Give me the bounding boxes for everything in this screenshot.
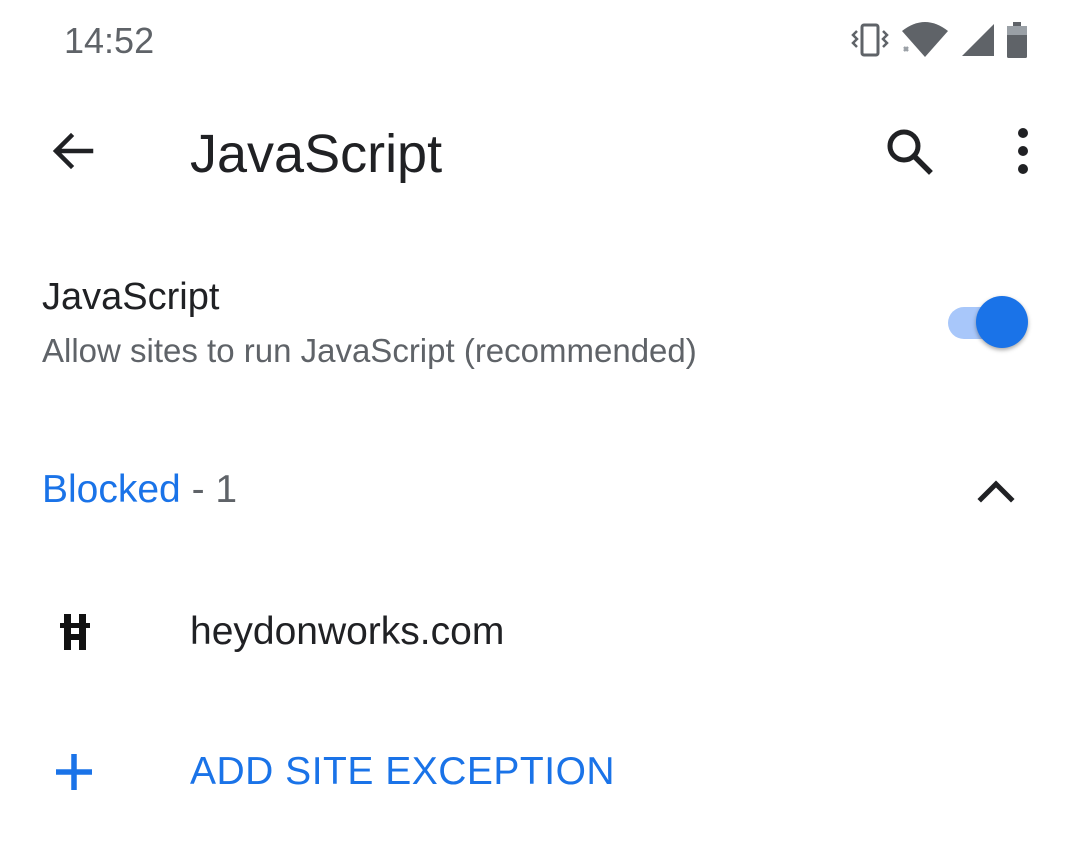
more-vert-icon (1015, 127, 1031, 180)
javascript-toggle[interactable] (946, 294, 1030, 350)
page-title: JavaScript (190, 124, 443, 184)
more-options-button[interactable] (980, 110, 1066, 196)
category-text: Blocked - 1 (42, 468, 237, 512)
wifi-icon (900, 21, 950, 59)
vibrate-icon (850, 22, 890, 58)
search-button[interactable] (866, 110, 952, 196)
app-bar: JavaScript (0, 88, 1080, 218)
battery-icon (1006, 21, 1028, 59)
add-site-exception-button[interactable]: ADD SITE EXCEPTION (0, 720, 1080, 824)
blocked-category-header[interactable]: Blocked - 1 (0, 440, 1080, 540)
setting-title: JavaScript (42, 276, 220, 318)
site-row[interactable]: heydonworks.com (0, 580, 1080, 684)
back-button[interactable] (30, 110, 116, 196)
cellular-signal-icon (960, 22, 996, 58)
toggle-thumb (976, 296, 1028, 348)
screen: 14:52 JavaScript JavaScript Allow sites … (0, 0, 1080, 862)
category-count: - 1 (180, 468, 238, 511)
setting-summary: Allow sites to run JavaScript (recommend… (42, 332, 697, 369)
status-icons (850, 20, 1028, 60)
site-name: heydonworks.com (190, 610, 505, 653)
search-icon (883, 125, 935, 182)
add-site-exception-label: ADD SITE EXCEPTION (190, 750, 616, 793)
expand-less-icon[interactable] (966, 462, 1026, 518)
status-time: 14:52 (64, 20, 155, 61)
heydonworks-favicon-icon (58, 612, 94, 652)
category-label: Blocked (42, 468, 181, 511)
arrow-back-icon (49, 127, 97, 180)
plus-icon (52, 750, 96, 794)
status-bar: 14:52 (0, 0, 1080, 80)
javascript-setting-row[interactable]: JavaScript Allow sites to run JavaScript… (0, 262, 1080, 392)
